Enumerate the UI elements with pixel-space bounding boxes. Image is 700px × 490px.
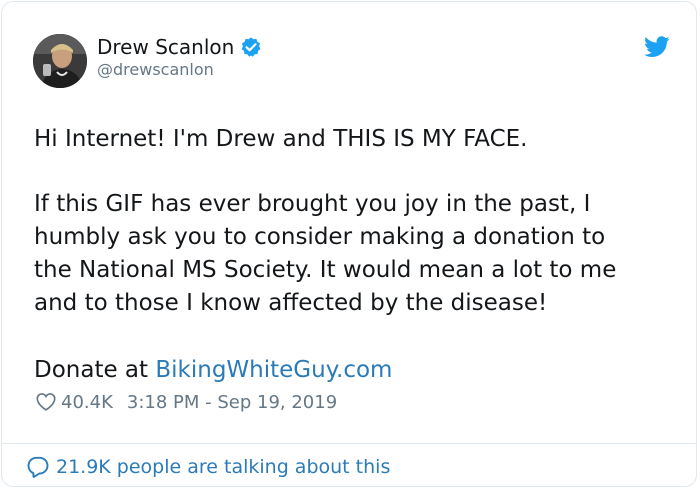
tweet-text-paragraph-2: If this GIF has ever brought you joy in … xyxy=(34,188,616,320)
tweet-timestamp[interactable]: 3:18 PM - Sep 19, 2019 xyxy=(127,392,337,413)
twitter-bird-icon[interactable] xyxy=(644,36,670,58)
heart-icon[interactable] xyxy=(35,391,57,413)
donate-link[interactable]: BikingWhiteGuy.com xyxy=(155,357,392,383)
donate-prefix: Donate at xyxy=(34,357,156,383)
like-count[interactable]: 40.4K xyxy=(61,392,113,413)
tweet-meta: 40.4K 3:18 PM - Sep 19, 2019 xyxy=(35,391,337,413)
tweet-text-line: the National MS Society. It would mean a… xyxy=(34,257,617,283)
conversation-text: 21.9K people are talking about this xyxy=(56,456,391,478)
verified-badge-icon xyxy=(240,36,262,58)
tweet-text-line: If this GIF has ever brought you joy in … xyxy=(34,191,591,217)
speech-bubble-icon xyxy=(26,455,50,479)
display-name[interactable]: Drew Scanlon xyxy=(97,35,234,59)
avatar-photo xyxy=(33,34,87,88)
avatar[interactable] xyxy=(33,34,87,88)
tweet-card: Drew Scanlon @drewscanlon Hi Internet! I… xyxy=(1,1,697,487)
tweet-text-line-1: Hi Internet! I'm Drew and THIS IS MY FAC… xyxy=(34,126,528,152)
divider xyxy=(2,443,696,444)
author-handle[interactable]: @drewscanlon xyxy=(97,60,214,79)
donate-line: Donate at BikingWhiteGuy.com xyxy=(34,354,392,387)
tweet-text-line: and to those I know affected by the dise… xyxy=(34,290,548,316)
author-name-row: Drew Scanlon xyxy=(97,34,262,60)
conversation-link[interactable]: 21.9K people are talking about this xyxy=(26,455,390,479)
tweet-text-line: humbly ask you to consider making a dona… xyxy=(34,224,606,250)
